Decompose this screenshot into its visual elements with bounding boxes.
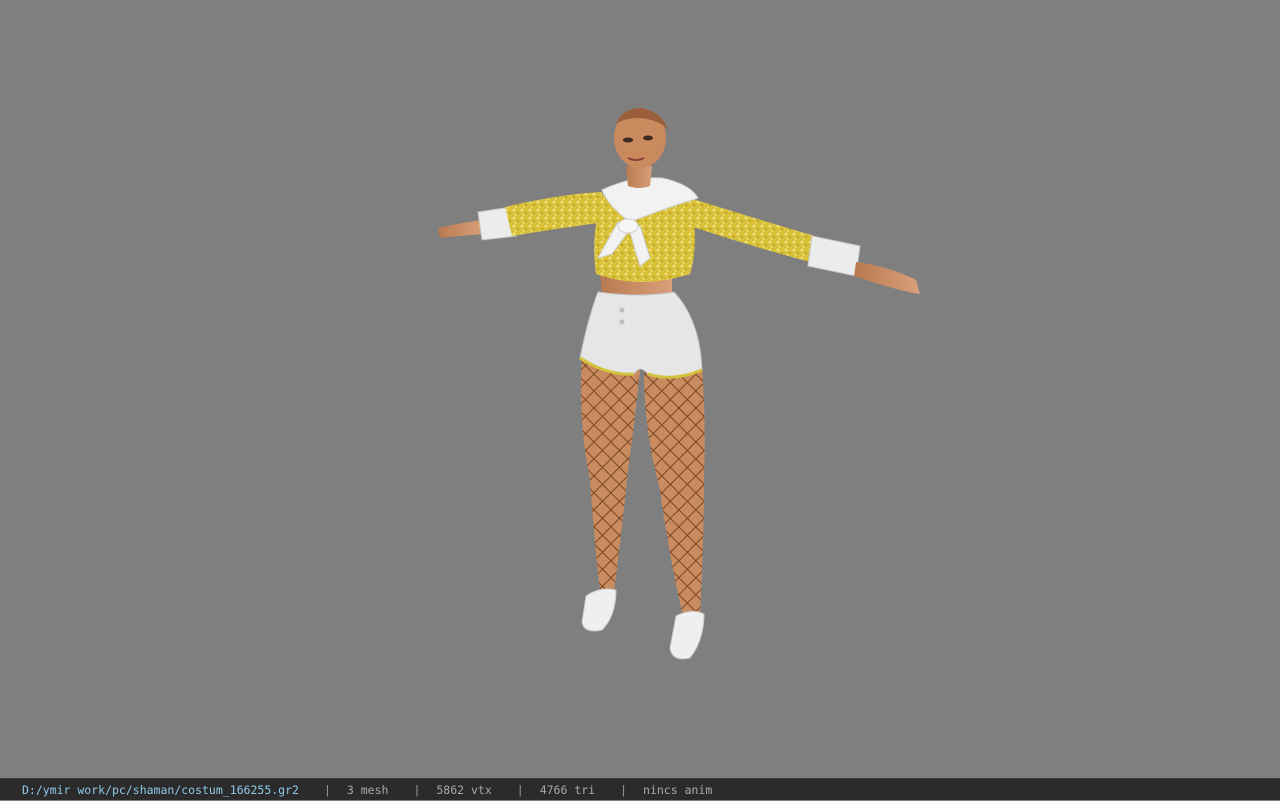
status-bar: D:/ymir work/pc/shaman/costum_166255.gr2… [0, 778, 1280, 800]
3d-viewport[interactable] [0, 0, 1280, 778]
head [614, 108, 668, 168]
legs [581, 358, 705, 614]
shorts [579, 291, 703, 379]
separator: | [323, 782, 331, 797]
neck [626, 166, 652, 188]
vertex-count: 5862 vtx [436, 782, 492, 797]
character-model-icon [438, 108, 920, 660]
animation-status: nincs anim [643, 782, 713, 797]
separator: | [620, 782, 628, 797]
file-path: D:/ymir work/pc/shaman/costum_166255.gr2 [22, 782, 299, 797]
right-arm [690, 198, 920, 294]
separator: | [413, 782, 421, 797]
triangle-count: 4766 tri [539, 782, 596, 797]
mesh-count: 3 mesh [346, 782, 389, 797]
left-arm [438, 192, 606, 241]
separator: | [516, 782, 524, 797]
